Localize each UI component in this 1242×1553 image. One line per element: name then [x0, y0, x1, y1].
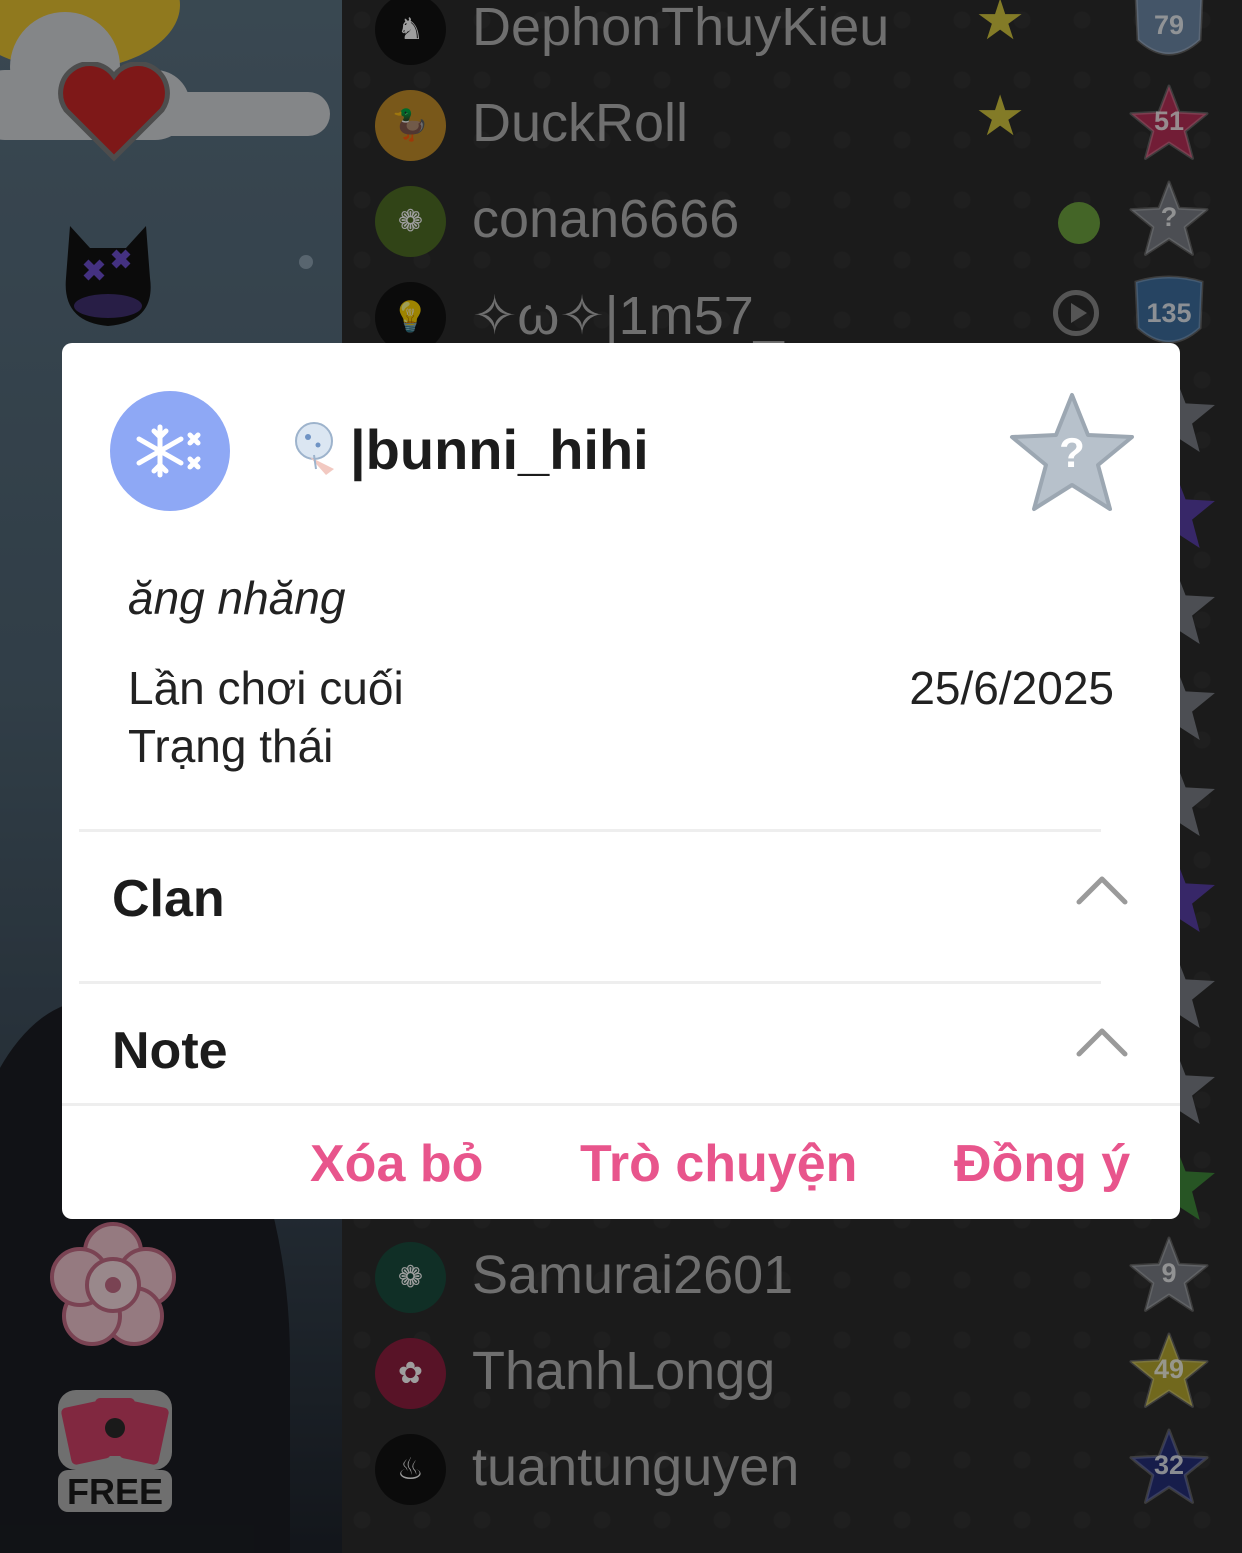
last-played-label: Lần chơi cuối	[128, 662, 404, 714]
note-section-title: Note	[112, 1022, 228, 1080]
chevron-up-icon[interactable]	[1076, 875, 1128, 905]
ice-cream-icon	[295, 422, 334, 475]
clan-section-header[interactable]: Clan	[62, 833, 1180, 983]
ok-button[interactable]: Đồng ý	[954, 1134, 1130, 1194]
last-played-value: 25/6/2025	[909, 662, 1114, 714]
chat-button[interactable]: Trò chuyện	[580, 1134, 857, 1194]
divider	[79, 981, 1101, 984]
player-avatar	[110, 391, 230, 511]
divider	[79, 829, 1101, 832]
delete-button[interactable]: Xóa bỏ	[310, 1134, 483, 1194]
snowflake-icon	[136, 424, 201, 478]
dialog-footer: Xóa bỏ Trò chuyện Đồng ý	[62, 1103, 1180, 1219]
player-profile-dialog: |bunni_hihi ? ăng nhăng Lần chơi cuối 25…	[62, 343, 1180, 1219]
status-message: ăng nhăng	[128, 572, 346, 624]
clan-section-title: Clan	[112, 870, 225, 928]
chevron-up-icon[interactable]	[1076, 1027, 1128, 1057]
player-username: |bunni_hihi	[350, 418, 649, 481]
state-label: Trạng thái	[128, 720, 334, 772]
rank-badge: ?	[1008, 391, 1136, 513]
rank-value: ?	[1059, 429, 1085, 476]
